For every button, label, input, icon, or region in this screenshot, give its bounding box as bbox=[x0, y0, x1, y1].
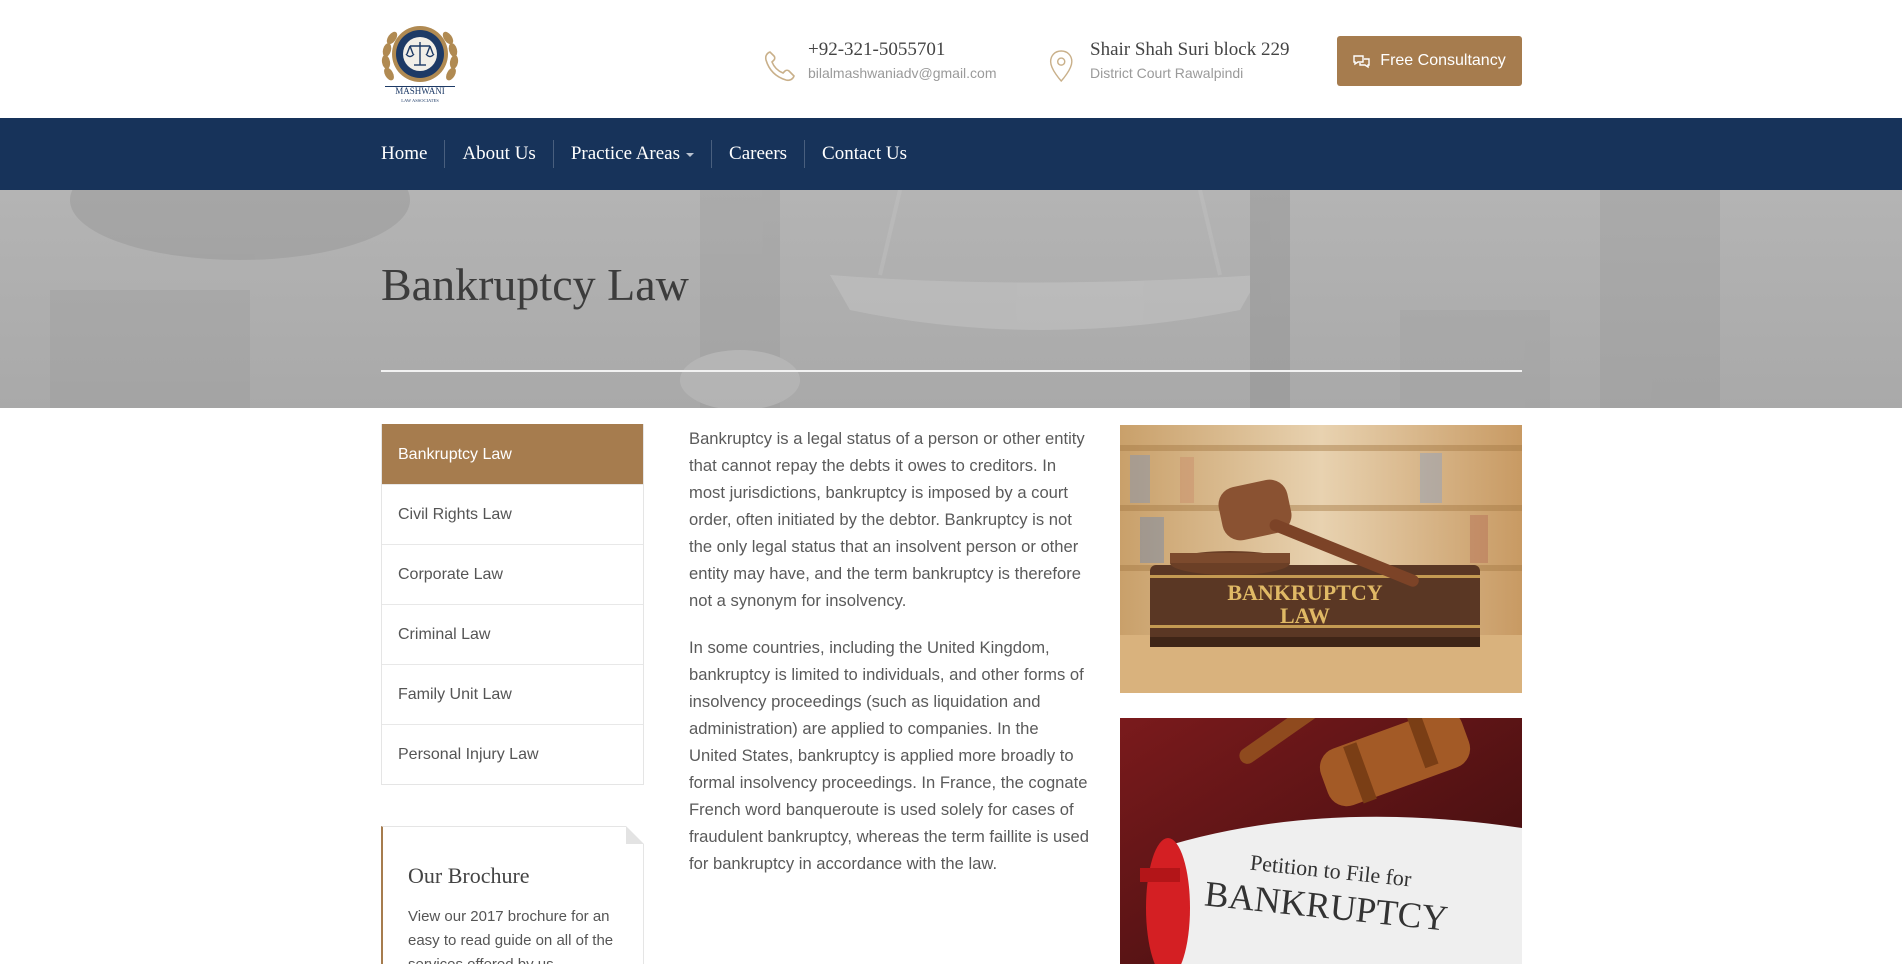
phone-number[interactable]: +92-321-5055701 bbox=[808, 38, 997, 62]
sidebar-item-label: Criminal Law bbox=[398, 625, 491, 643]
sidebar-item-bankruptcy-law[interactable]: Bankruptcy Law bbox=[382, 424, 643, 484]
article-body: Bankruptcy is a legal status of a person… bbox=[689, 425, 1089, 897]
contact-address-block: Shair Shah Suri block 229 District Court… bbox=[1048, 38, 1290, 86]
logo-wordmark: MASHWANI bbox=[395, 86, 445, 96]
sidebar-item-label: Family Unit Law bbox=[398, 685, 512, 703]
sidebar-item-label: Corporate Law bbox=[398, 565, 503, 583]
brochure-title: Our Brochure bbox=[408, 863, 530, 888]
logo-tagline: LAW ASSOCIATES bbox=[401, 98, 439, 103]
page-banner: Bankruptcy Law bbox=[0, 190, 1902, 408]
nav-item-about-us[interactable]: About Us bbox=[444, 140, 552, 168]
free-consultancy-label: Free Consultancy bbox=[1380, 52, 1506, 69]
site-logo[interactable]: MASHWANI LAW ASSOCIATES bbox=[381, 16, 459, 104]
sidebar-item-family-unit-law[interactable]: Family Unit Law bbox=[382, 664, 643, 724]
chevron-down-icon bbox=[686, 153, 695, 157]
free-consultancy-button[interactable]: Free Consultancy bbox=[1337, 36, 1522, 86]
scales-of-justice-background bbox=[50, 190, 1720, 408]
nav-item-contact-us[interactable]: Contact Us bbox=[804, 140, 924, 168]
sidebar-item-label: Bankruptcy Law bbox=[398, 445, 512, 463]
sidebar-item-personal-injury-law[interactable]: Personal Injury Law bbox=[382, 724, 643, 784]
book-title-line-2: LAW bbox=[1280, 603, 1330, 628]
main-navigation: Home About Us Practice Areas Careers Con… bbox=[0, 118, 1902, 190]
banner-divider bbox=[381, 370, 1522, 372]
article-paragraph: In some countries, including the United … bbox=[689, 638, 1089, 873]
page-title: Bankruptcy Law bbox=[381, 259, 689, 310]
sidebar-item-label: Personal Injury Law bbox=[398, 745, 539, 763]
nav-item-label: Contact Us bbox=[822, 143, 908, 164]
nav-item-careers[interactable]: Careers bbox=[711, 140, 804, 168]
map-pin-icon bbox=[1049, 50, 1073, 83]
page-fold-corner bbox=[626, 826, 644, 844]
nav-item-label: About Us bbox=[462, 143, 536, 164]
sidebar-item-criminal-law[interactable]: Criminal Law bbox=[382, 604, 643, 664]
sidebar-item-corporate-law[interactable]: Corporate Law bbox=[382, 544, 643, 604]
nav-item-home[interactable]: Home bbox=[381, 140, 444, 168]
brochure-text: View our 2017 brochure for an easy to re… bbox=[408, 908, 614, 964]
chat-bubbles-icon bbox=[1353, 54, 1370, 68]
article-paragraph: Bankruptcy is a legal status of a person… bbox=[689, 429, 1085, 610]
address-line-1: Shair Shah Suri block 229 bbox=[1090, 39, 1290, 60]
email-address[interactable]: bilalmashwaniadv@gmail.com bbox=[808, 62, 997, 84]
book-title-line-1: BANKRUPTCY bbox=[1227, 580, 1382, 605]
contact-phone-block: +92-321-5055701 bilalmashwaniadv@gmail.c… bbox=[762, 38, 997, 86]
brochure-card: Our Brochure View our 2017 brochure for … bbox=[381, 826, 644, 964]
phone-icon bbox=[764, 51, 795, 82]
nav-item-label: Home bbox=[381, 143, 428, 164]
petition-scroll-image: Petition to File for BANKRUPTCY bbox=[1120, 718, 1522, 964]
gavel-on-book-image: BANKRUPTCY LAW bbox=[1120, 425, 1522, 693]
address-line-2: District Court Rawalpindi bbox=[1090, 65, 1244, 81]
site-header: MASHWANI LAW ASSOCIATES +92-321-5055701 … bbox=[0, 0, 1902, 118]
nav-item-label: Practice Areas bbox=[570, 143, 681, 164]
nav-item-practice-areas[interactable]: Practice Areas bbox=[552, 140, 711, 168]
nav-item-label: Careers bbox=[729, 143, 788, 164]
sidebar-item-civil-rights-law[interactable]: Civil Rights Law bbox=[382, 484, 643, 544]
sidebar-item-label: Civil Rights Law bbox=[398, 505, 512, 523]
practice-areas-sidebar: Bankruptcy Law Civil Rights Law Corporat… bbox=[381, 424, 644, 785]
